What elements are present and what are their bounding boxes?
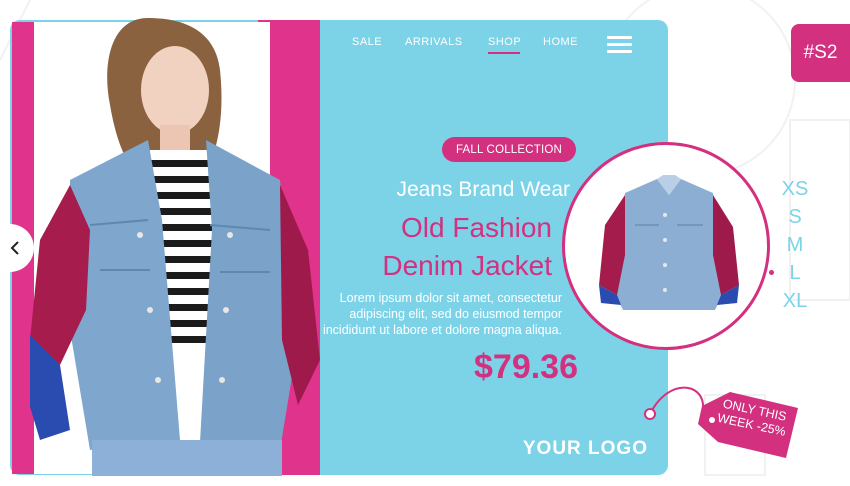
brand-logo: YOUR LOGO xyxy=(522,438,648,459)
nav-arrivals[interactable]: ARRIVALS xyxy=(405,36,463,48)
chevron-left-icon xyxy=(10,241,19,255)
brand-name: Jeans Brand Wear xyxy=(396,178,570,201)
selected-size-indicator xyxy=(769,270,774,275)
size-m[interactable]: M xyxy=(775,234,815,257)
nav-sale[interactable]: SALE xyxy=(352,36,382,48)
nav-shop[interactable]: SHOP xyxy=(488,36,521,48)
size-xl[interactable]: XL xyxy=(775,290,815,313)
product-price: $79.36 xyxy=(474,348,578,386)
product-title-line1: Old Fashion xyxy=(401,212,552,243)
size-s[interactable]: S xyxy=(775,206,815,229)
product-thumbnail[interactable] xyxy=(562,142,770,350)
model-photo xyxy=(30,18,320,476)
nav-active-underline xyxy=(488,52,520,54)
hamburger-menu-icon[interactable] xyxy=(607,36,632,53)
size-xs[interactable]: XS xyxy=(775,178,815,201)
corner-badge: #S2 xyxy=(791,24,850,82)
collection-pill[interactable]: FALL COLLECTION xyxy=(442,137,576,162)
nav-home[interactable]: HOME xyxy=(543,36,578,48)
size-l[interactable]: L xyxy=(775,262,815,285)
jacket-thumbnail-image xyxy=(599,175,739,310)
product-title-line2: Denim Jacket xyxy=(382,250,552,281)
product-description: Lorem ipsum dolor sit amet, consectetur … xyxy=(322,291,562,337)
